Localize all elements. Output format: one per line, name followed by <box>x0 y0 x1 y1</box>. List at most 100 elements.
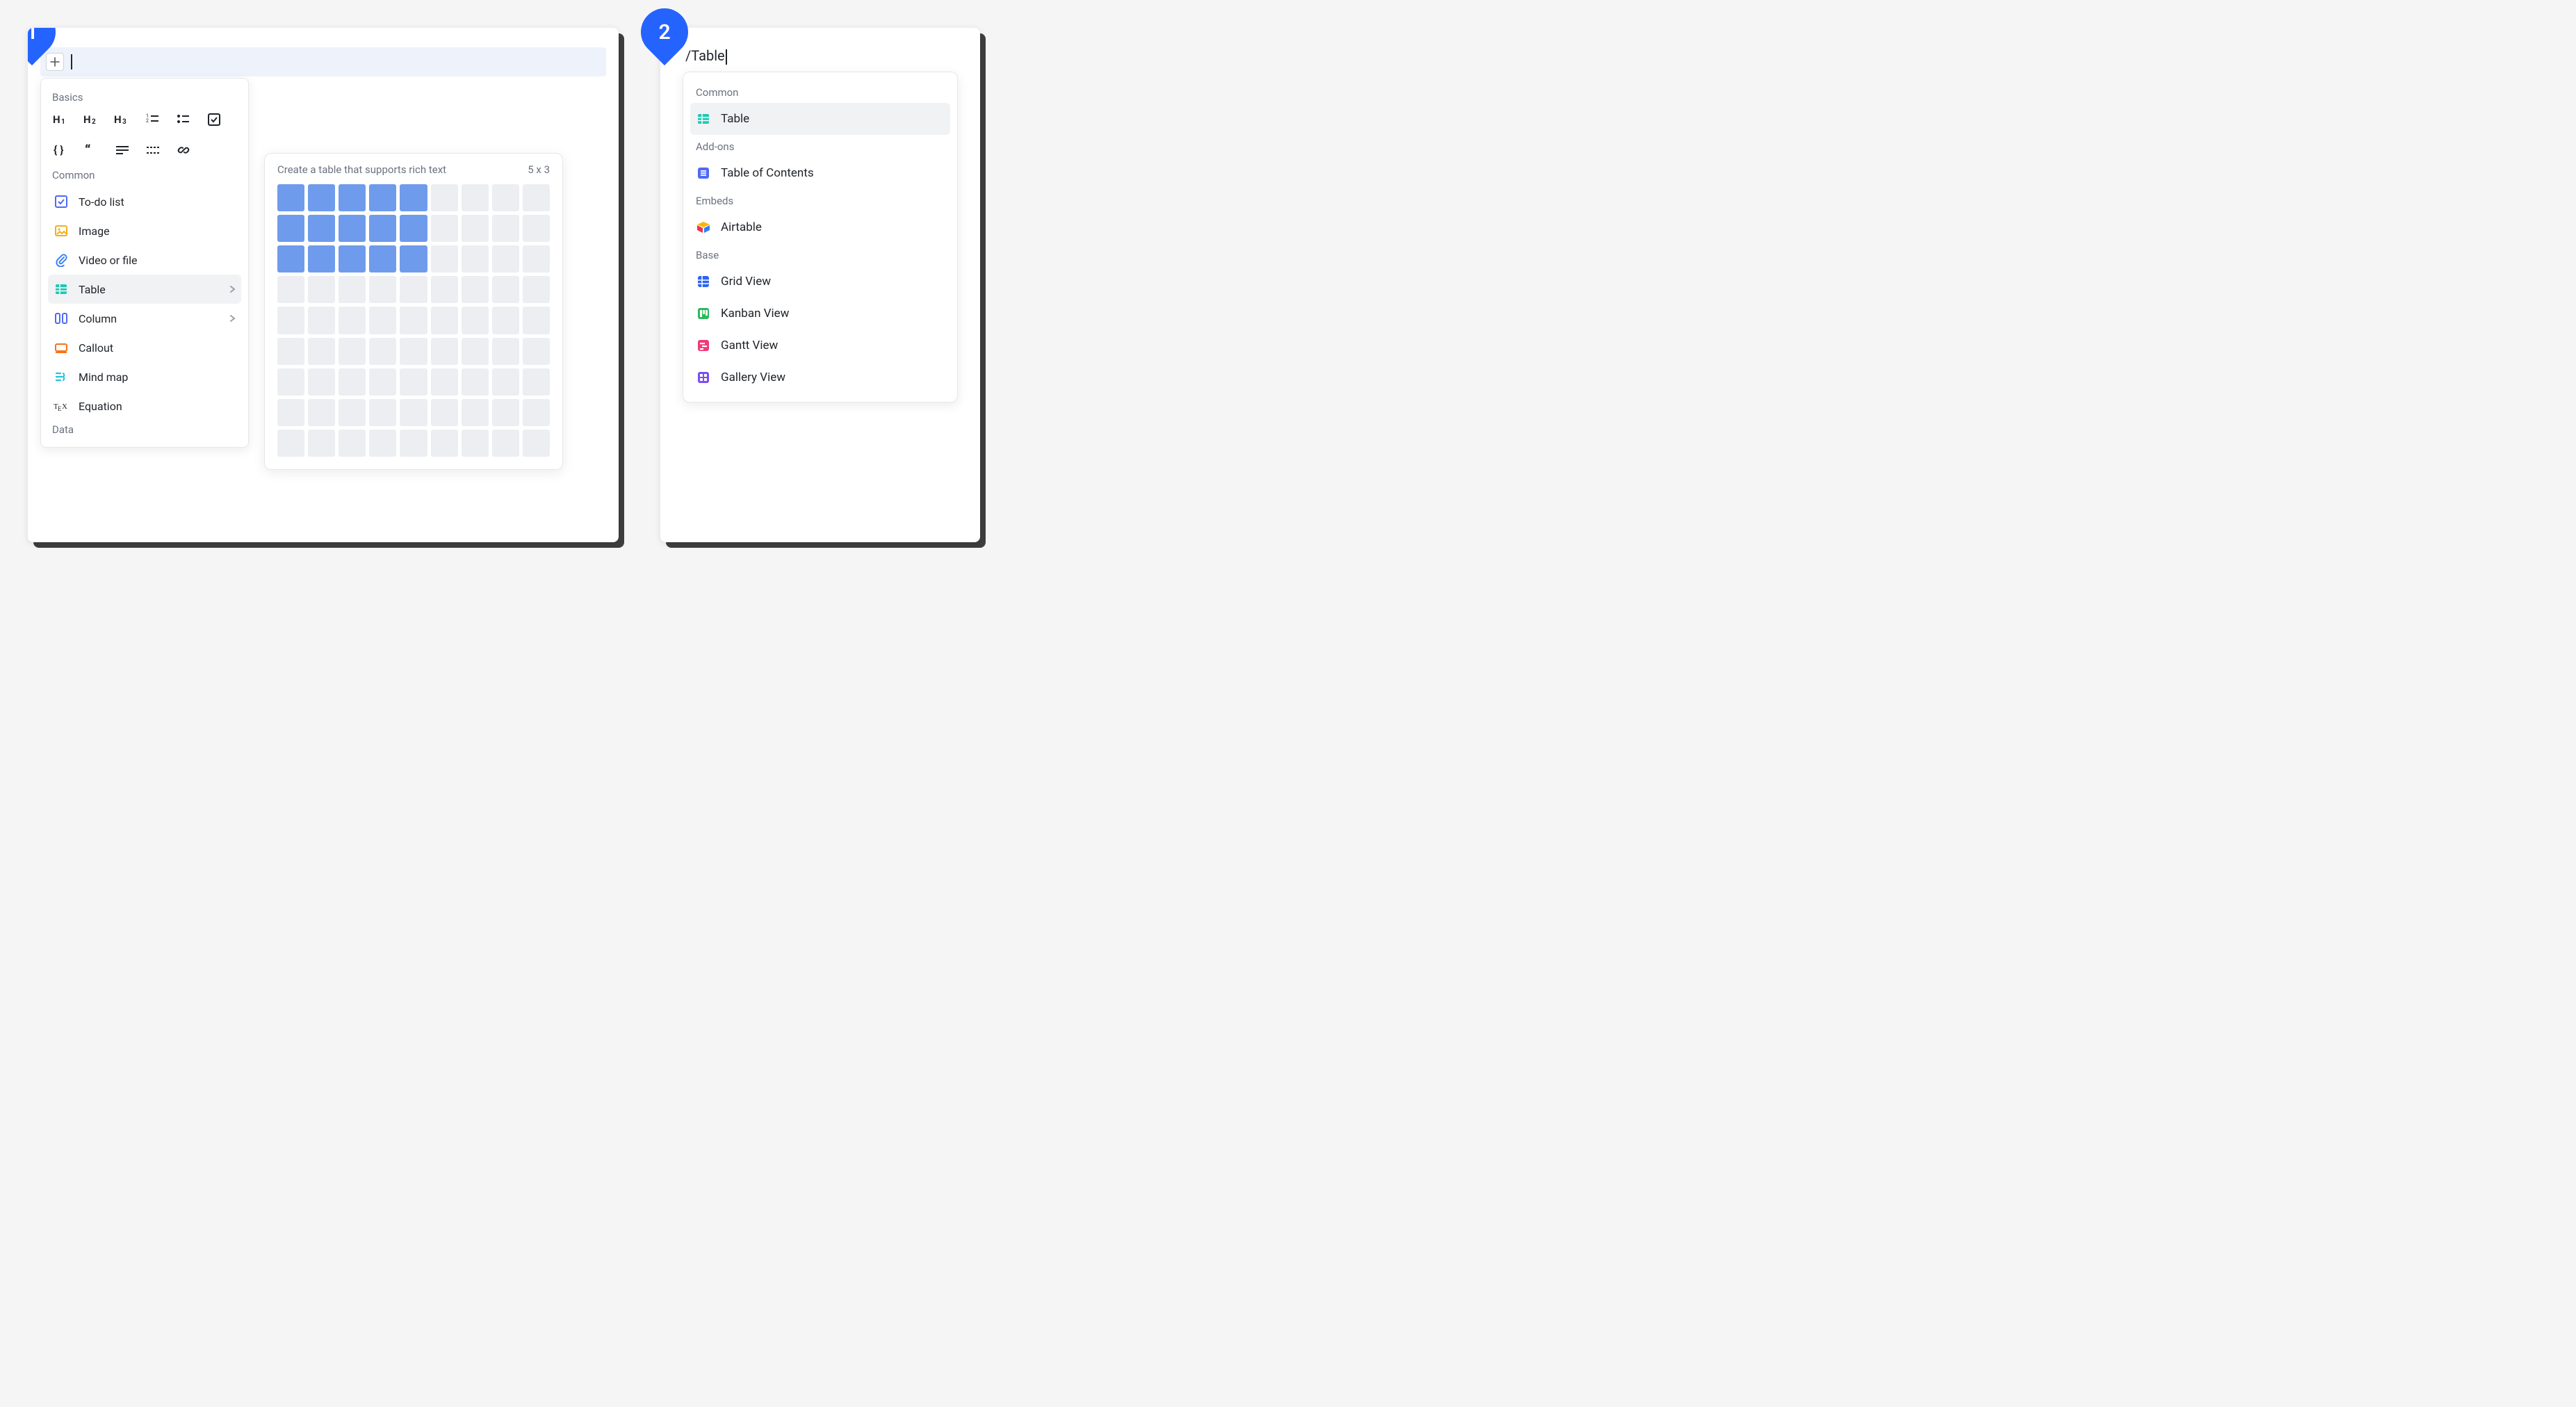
size-cell[interactable] <box>369 215 396 242</box>
size-picker-grid[interactable] <box>277 184 550 457</box>
size-cell[interactable] <box>492 184 519 211</box>
size-cell[interactable] <box>431 368 458 396</box>
size-cell[interactable] <box>277 430 304 457</box>
size-cell[interactable] <box>369 399 396 426</box>
size-cell[interactable] <box>523 276 550 303</box>
size-cell[interactable] <box>492 215 519 242</box>
size-cell[interactable] <box>400 307 427 334</box>
size-cell[interactable] <box>523 399 550 426</box>
size-cell[interactable] <box>492 276 519 303</box>
h3-icon[interactable]: H3 <box>112 109 133 130</box>
size-cell[interactable] <box>462 245 489 273</box>
size-cell[interactable] <box>400 276 427 303</box>
size-cell[interactable] <box>492 307 519 334</box>
size-cell[interactable] <box>431 399 458 426</box>
size-cell[interactable] <box>339 276 366 303</box>
size-cell[interactable] <box>308 215 335 242</box>
size-cell[interactable] <box>462 368 489 396</box>
menu-item-table-of-contents[interactable]: Table of Contents <box>690 157 950 189</box>
size-cell[interactable] <box>492 430 519 457</box>
menu-item-table[interactable]: Table <box>690 103 950 135</box>
checkbox-icon[interactable] <box>204 109 225 130</box>
size-cell[interactable] <box>400 245 427 273</box>
size-cell[interactable] <box>492 245 519 273</box>
size-cell[interactable] <box>400 430 427 457</box>
size-cell[interactable] <box>400 215 427 242</box>
size-cell[interactable] <box>523 368 550 396</box>
size-cell[interactable] <box>339 399 366 426</box>
size-cell[interactable] <box>400 399 427 426</box>
size-cell[interactable] <box>492 368 519 396</box>
hr-icon[interactable] <box>142 140 163 161</box>
size-cell[interactable] <box>431 215 458 242</box>
menu-item-equation[interactable]: TEXEquation <box>48 391 241 421</box>
size-cell[interactable] <box>431 276 458 303</box>
size-cell[interactable] <box>523 307 550 334</box>
size-cell[interactable] <box>492 399 519 426</box>
size-cell[interactable] <box>277 338 304 365</box>
size-cell[interactable] <box>277 276 304 303</box>
size-cell[interactable] <box>308 368 335 396</box>
slash-command-input[interactable]: /Table <box>683 47 958 72</box>
size-cell[interactable] <box>462 430 489 457</box>
size-cell[interactable] <box>431 307 458 334</box>
size-cell[interactable] <box>339 245 366 273</box>
size-cell[interactable] <box>308 307 335 334</box>
size-cell[interactable] <box>369 245 396 273</box>
size-cell[interactable] <box>339 368 366 396</box>
size-cell[interactable] <box>523 184 550 211</box>
menu-item-callout[interactable]: Callout <box>48 333 241 362</box>
ordered-list-icon[interactable]: 12 <box>142 109 163 130</box>
size-cell[interactable] <box>492 338 519 365</box>
size-cell[interactable] <box>308 184 335 211</box>
size-cell[interactable] <box>339 338 366 365</box>
size-cell[interactable] <box>369 184 396 211</box>
size-cell[interactable] <box>431 430 458 457</box>
add-block-button[interactable] <box>46 53 64 71</box>
h1-icon[interactable]: H1 <box>51 109 72 130</box>
menu-item-gantt-view[interactable]: Gantt View <box>690 330 950 361</box>
link-icon[interactable] <box>173 140 194 161</box>
size-cell[interactable] <box>462 338 489 365</box>
quote-icon[interactable]: “ <box>81 140 102 161</box>
menu-item-video-or-file[interactable]: Video or file <box>48 245 241 275</box>
size-cell[interactable] <box>523 215 550 242</box>
size-cell[interactable] <box>369 276 396 303</box>
size-cell[interactable] <box>308 430 335 457</box>
h2-icon[interactable]: H2 <box>81 109 102 130</box>
size-cell[interactable] <box>462 399 489 426</box>
size-cell[interactable] <box>369 338 396 365</box>
divider-icon[interactable] <box>112 140 133 161</box>
size-cell[interactable] <box>308 245 335 273</box>
new-block-input-row[interactable] <box>40 47 606 76</box>
size-cell[interactable] <box>431 245 458 273</box>
bullet-list-icon[interactable] <box>173 109 194 130</box>
menu-item-kanban-view[interactable]: Kanban View <box>690 298 950 330</box>
menu-item-grid-view[interactable]: Grid View <box>690 266 950 298</box>
size-cell[interactable] <box>523 245 550 273</box>
size-cell[interactable] <box>277 184 304 211</box>
size-cell[interactable] <box>277 368 304 396</box>
size-cell[interactable] <box>308 276 335 303</box>
size-cell[interactable] <box>523 338 550 365</box>
size-cell[interactable] <box>339 307 366 334</box>
size-cell[interactable] <box>369 307 396 334</box>
code-block-icon[interactable]: { } <box>51 140 72 161</box>
size-cell[interactable] <box>308 338 335 365</box>
menu-item-table[interactable]: Table <box>48 275 241 304</box>
size-cell[interactable] <box>431 184 458 211</box>
menu-item-column[interactable]: Column <box>48 304 241 333</box>
menu-item-gallery-view[interactable]: Gallery View <box>690 361 950 393</box>
size-cell[interactable] <box>462 184 489 211</box>
size-cell[interactable] <box>339 430 366 457</box>
menu-item-image[interactable]: Image <box>48 216 241 245</box>
size-cell[interactable] <box>339 215 366 242</box>
size-cell[interactable] <box>339 184 366 211</box>
size-cell[interactable] <box>277 399 304 426</box>
size-cell[interactable] <box>277 245 304 273</box>
size-cell[interactable] <box>400 338 427 365</box>
size-cell[interactable] <box>400 368 427 396</box>
size-cell[interactable] <box>277 215 304 242</box>
size-cell[interactable] <box>523 430 550 457</box>
size-cell[interactable] <box>277 307 304 334</box>
